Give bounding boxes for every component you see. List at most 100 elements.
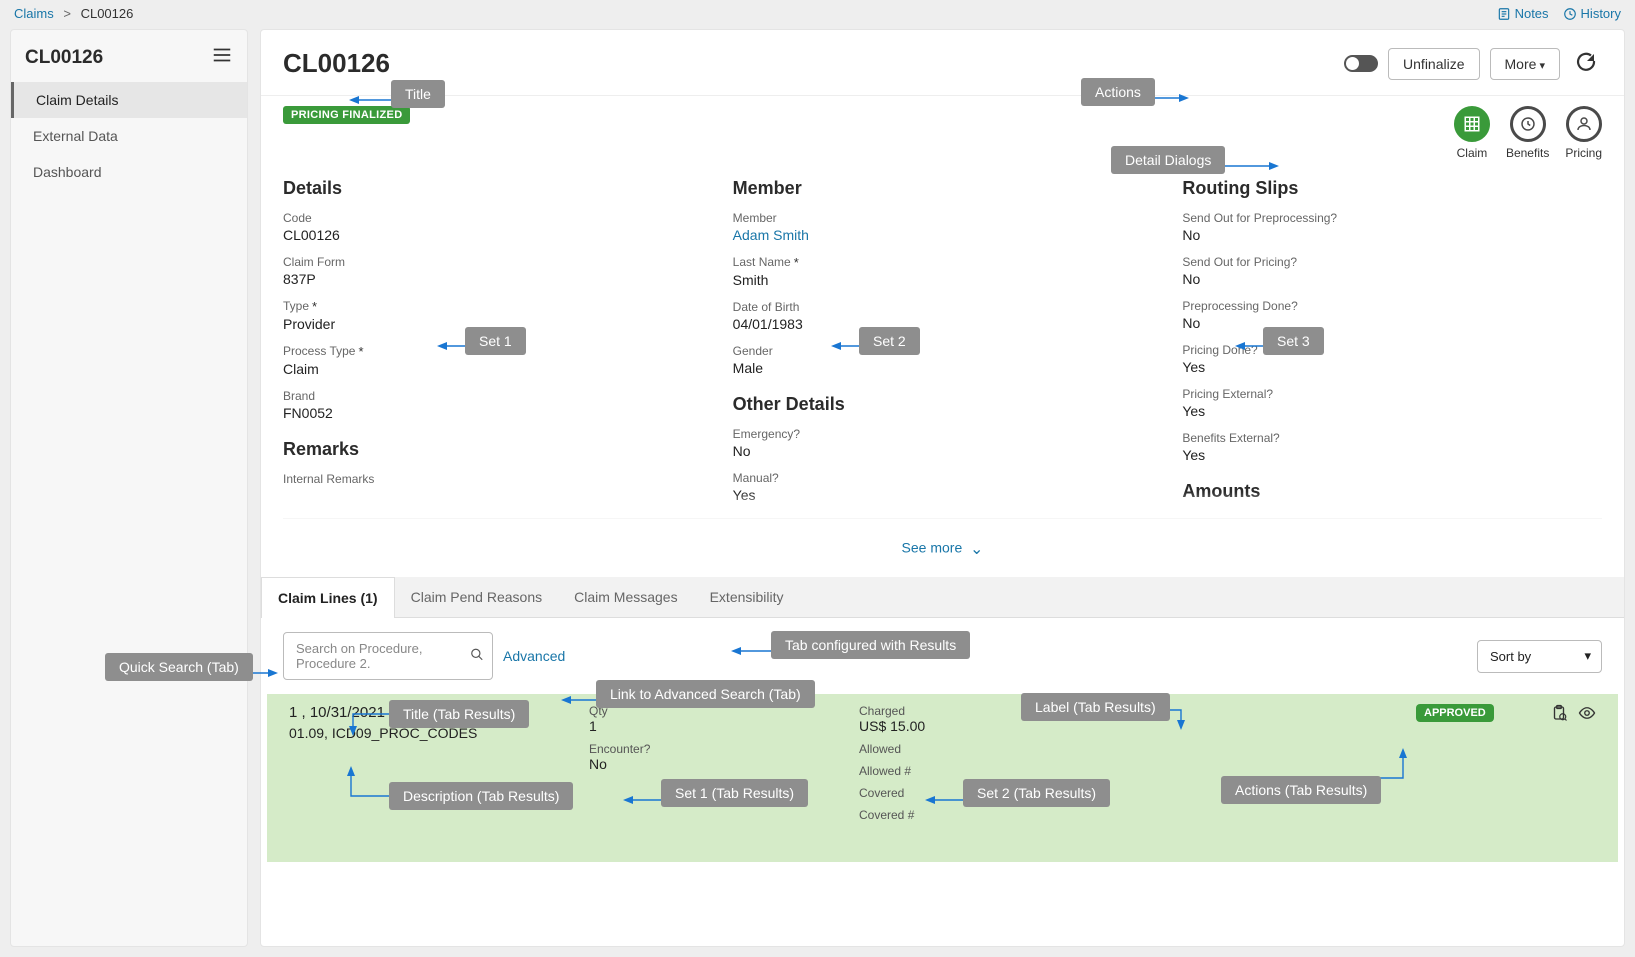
breadcrumb-bar: Claims > CL00126 Notes History xyxy=(0,0,1635,27)
preproc-done-label: Preprocessing Done? xyxy=(1182,299,1602,313)
pricing-label: Send Out for Pricing? xyxy=(1182,255,1602,269)
gender-value: Male xyxy=(733,360,1153,376)
unfinalize-button[interactable]: Unfinalize xyxy=(1388,48,1479,80)
tabs-bar: Claim Lines (1) Claim Pend Reasons Claim… xyxy=(261,577,1624,618)
dialog-benefits[interactable]: Benefits xyxy=(1506,106,1549,160)
notes-icon xyxy=(1497,7,1511,21)
allowed-label: Allowed xyxy=(859,742,1386,756)
pricing-ext-label: Pricing External? xyxy=(1182,387,1602,401)
member-title: Member xyxy=(733,178,1153,199)
clipboard-icon[interactable] xyxy=(1550,704,1568,725)
breadcrumb-sep: > xyxy=(63,6,71,21)
tab-pend-reasons[interactable]: Claim Pend Reasons xyxy=(395,577,559,617)
callout-label-tab: Label (Tab Results) xyxy=(1021,693,1170,721)
member-label: Member xyxy=(733,211,1153,225)
covered-num-label: Covered # xyxy=(859,808,1386,822)
callout-title: Title xyxy=(391,80,445,108)
toggle-switch[interactable] xyxy=(1344,55,1378,72)
sidebar: CL00126 Claim Details External Data Dash… xyxy=(10,29,248,947)
callout-desc-tab: Description (Tab Results) xyxy=(389,782,573,810)
callout-adv-search: Link to Advanced Search (Tab) xyxy=(596,680,815,708)
hamburger-icon[interactable] xyxy=(211,44,233,72)
grid-icon xyxy=(1463,115,1481,133)
internal-remarks-label: Internal Remarks xyxy=(283,472,703,486)
history-label: History xyxy=(1581,6,1621,21)
sidebar-title: CL00126 xyxy=(25,47,103,69)
dialog-pricing[interactable]: Pricing xyxy=(1565,106,1602,160)
pricing-ext-value: Yes xyxy=(1182,403,1602,419)
chevron-down-icon: ⌄ xyxy=(970,541,983,558)
search-input[interactable]: Search on Procedure, Procedure 2. xyxy=(283,632,493,680)
claim-form-label: Claim Form xyxy=(283,255,703,269)
callout-title-tab: Title (Tab Results) xyxy=(389,700,529,728)
search-icon xyxy=(470,648,484,665)
sidebar-item-claim-details[interactable]: Claim Details xyxy=(11,82,247,118)
emergency-label: Emergency? xyxy=(733,427,1153,441)
breadcrumb-current: CL00126 xyxy=(81,6,134,21)
advanced-link[interactable]: Advanced xyxy=(503,648,565,664)
dialog-benefits-label: Benefits xyxy=(1506,146,1549,160)
member-name-link[interactable]: Adam Smith xyxy=(733,227,1153,243)
process-type-value: Claim xyxy=(283,361,703,377)
pricing-value: No xyxy=(1182,271,1602,287)
details-title: Details xyxy=(283,178,703,199)
sidebar-item-dashboard[interactable]: Dashboard xyxy=(11,154,247,190)
callout-actions: Actions xyxy=(1081,78,1155,106)
dialog-claim-label: Claim xyxy=(1457,146,1488,160)
last-name-value: Smith xyxy=(733,272,1153,288)
refresh-button[interactable] xyxy=(1570,46,1602,81)
more-button[interactable]: More xyxy=(1490,48,1560,80)
callout-tab-results: Tab configured with Results xyxy=(771,631,970,659)
callout-quick-search: Quick Search (Tab) xyxy=(105,653,253,681)
eye-icon[interactable] xyxy=(1578,704,1596,725)
tab-extensibility[interactable]: Extensibility xyxy=(694,577,800,617)
claim-form-value: 837P xyxy=(283,271,703,287)
manual-label: Manual? xyxy=(733,471,1153,485)
preproc-value: No xyxy=(1182,227,1602,243)
callout-set2: Set 2 xyxy=(859,327,920,355)
callout-detail-dialogs: Detail Dialogs xyxy=(1111,146,1225,174)
notes-link[interactable]: Notes xyxy=(1497,6,1549,21)
remarks-title: Remarks xyxy=(283,439,703,460)
callout-set2-tab: Set 2 (Tab Results) xyxy=(963,779,1110,807)
clock-icon xyxy=(1519,115,1537,133)
callout-set1: Set 1 xyxy=(465,327,526,355)
encounter-label: Encounter? xyxy=(589,742,829,756)
pricing-done-value: Yes xyxy=(1182,359,1602,375)
benefits-ext-label: Benefits External? xyxy=(1182,431,1602,445)
breadcrumb-root[interactable]: Claims xyxy=(14,6,54,21)
notes-label: Notes xyxy=(1515,6,1549,21)
search-placeholder: Search on Procedure, Procedure 2. xyxy=(296,641,422,671)
dob-value: 04/01/1983 xyxy=(733,316,1153,332)
result-status-chip: APPROVED xyxy=(1416,704,1494,722)
last-name-label: Last Name* xyxy=(733,255,1153,270)
manual-value: Yes xyxy=(733,487,1153,503)
tab-messages[interactable]: Claim Messages xyxy=(558,577,693,617)
brand-value: FN0052 xyxy=(283,405,703,421)
qty-value: 1 xyxy=(589,718,829,734)
tab-claim-lines[interactable]: Claim Lines (1) xyxy=(261,577,395,618)
emergency-value: No xyxy=(733,443,1153,459)
preproc-label: Send Out for Preprocessing? xyxy=(1182,211,1602,225)
refresh-icon xyxy=(1574,50,1598,74)
code-label: Code xyxy=(283,211,703,225)
sort-by-dropdown[interactable]: Sort by xyxy=(1477,640,1602,673)
history-icon xyxy=(1563,7,1577,21)
code-value: CL00126 xyxy=(283,227,703,243)
breadcrumb-path: Claims > CL00126 xyxy=(14,6,133,21)
sidebar-item-external-data[interactable]: External Data xyxy=(11,118,247,154)
other-details-title: Other Details xyxy=(733,394,1153,415)
dialog-claim[interactable]: Claim xyxy=(1454,106,1490,160)
preproc-done-value: No xyxy=(1182,315,1602,331)
routing-title: Routing Slips xyxy=(1182,178,1602,199)
see-more-link[interactable]: See more ⌄ xyxy=(283,518,1602,569)
callout-set1-tab: Set 1 (Tab Results) xyxy=(661,779,808,807)
callout-set3: Set 3 xyxy=(1263,327,1324,355)
encounter-value: No xyxy=(589,756,829,772)
gender-label: Gender xyxy=(733,344,1153,358)
status-badge: PRICING FINALIZED xyxy=(283,106,410,124)
history-link[interactable]: History xyxy=(1563,6,1621,21)
page-title: CL00126 xyxy=(283,48,390,79)
callout-actions-tab: Actions (Tab Results) xyxy=(1221,776,1381,804)
benefits-ext-value: Yes xyxy=(1182,447,1602,463)
